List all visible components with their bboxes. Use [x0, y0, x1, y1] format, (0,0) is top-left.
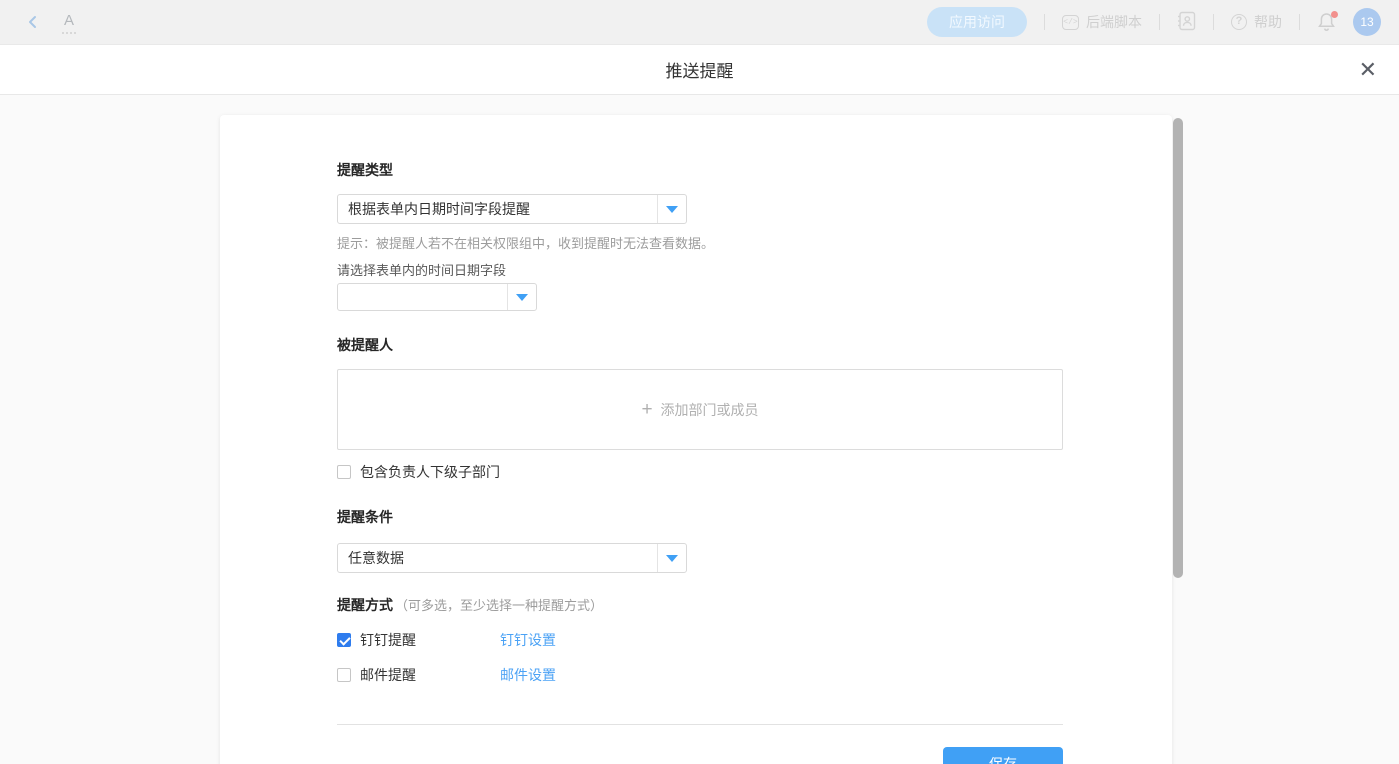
email-label: 邮件提醒	[360, 665, 500, 685]
topbar-divider	[1044, 14, 1045, 30]
condition-select[interactable]: 任意数据	[337, 543, 687, 573]
dialog-header: 推送提醒 ✕	[0, 45, 1399, 95]
avatar[interactable]: 13	[1353, 8, 1381, 36]
form-card: 提醒类型 根据表单内日期时间字段提醒 提示：被提醒人若不在相关权限组中，收到提醒…	[220, 115, 1172, 764]
plus-icon: +	[641, 400, 652, 419]
topbar-divider	[1299, 14, 1300, 30]
reminder-type-select[interactable]: 根据表单内日期时间字段提醒	[337, 194, 687, 224]
recipients-label: 被提醒人	[337, 335, 1063, 355]
help-button[interactable]: ? 帮助	[1231, 12, 1282, 32]
method-row-dingtalk: 钉钉提醒 钉钉设置	[337, 630, 1063, 650]
chevron-down-icon	[657, 544, 686, 572]
help-icon: ?	[1231, 14, 1247, 30]
code-icon: </>	[1062, 15, 1079, 30]
include-subdept-checkbox[interactable]	[337, 465, 351, 479]
page-title: 推送提醒	[666, 57, 734, 82]
condition-value: 任意数据	[338, 544, 657, 572]
app-name[interactable]: A	[62, 10, 76, 34]
scrollbar[interactable]	[1173, 118, 1183, 578]
help-label: 帮助	[1254, 12, 1282, 32]
topbar-divider	[1213, 14, 1214, 30]
dingtalk-label: 钉钉提醒	[360, 630, 500, 650]
include-subdept-label: 包含负责人下级子部门	[360, 462, 500, 482]
datetime-field-label: 请选择表单内的时间日期字段	[337, 260, 1063, 279]
method-row-email: 邮件提醒 邮件设置	[337, 665, 1063, 685]
reminder-form: 提醒类型 根据表单内日期时间字段提醒 提示：被提醒人若不在相关权限组中，收到提醒…	[220, 115, 1063, 764]
contacts-icon	[1177, 11, 1196, 34]
dingtalk-settings-link[interactable]: 钉钉设置	[500, 630, 556, 650]
backend-script-label: 后端脚本	[1086, 12, 1142, 32]
methods-label: 提醒方式	[337, 595, 393, 615]
chevron-down-icon	[507, 284, 536, 310]
permission-hint: 提示：被提醒人若不在相关权限组中，收到提醒时无法查看数据。	[337, 233, 1063, 252]
email-checkbox[interactable]	[337, 668, 351, 682]
add-members-label: 添加部门或成员	[661, 400, 759, 420]
condition-label: 提醒条件	[337, 507, 1063, 527]
form-divider	[337, 724, 1063, 725]
reminder-type-value: 根据表单内日期时间字段提醒	[338, 195, 657, 223]
methods-note: （可多选，至少选择一种提醒方式）	[395, 595, 603, 614]
topbar-divider	[1159, 14, 1160, 30]
back-icon[interactable]	[22, 11, 44, 33]
close-icon[interactable]: ✕	[1359, 59, 1377, 81]
reminder-type-label: 提醒类型	[337, 160, 1063, 180]
app-access-button[interactable]: 应用访问	[927, 7, 1027, 37]
datetime-field-value	[338, 284, 507, 310]
datetime-field-select[interactable]	[337, 283, 537, 311]
topbar: A 应用访问 </> 后端脚本 ? 帮助 13	[0, 0, 1399, 45]
add-members-button[interactable]: + 添加部门或成员	[337, 369, 1063, 450]
save-button[interactable]: 保存	[943, 747, 1063, 764]
backend-script-button[interactable]: </> 后端脚本	[1062, 12, 1142, 32]
contacts-button[interactable]	[1177, 11, 1196, 34]
dialog-body: 提醒类型 根据表单内日期时间字段提醒 提示：被提醒人若不在相关权限组中，收到提醒…	[0, 95, 1399, 764]
include-subdept-row[interactable]: 包含负责人下级子部门	[337, 462, 1063, 482]
chevron-down-icon	[657, 195, 686, 223]
dingtalk-checkbox[interactable]	[337, 633, 351, 647]
notification-dot	[1331, 11, 1338, 18]
email-settings-link[interactable]: 邮件设置	[500, 665, 556, 685]
notifications-bell-icon[interactable]	[1317, 11, 1337, 33]
